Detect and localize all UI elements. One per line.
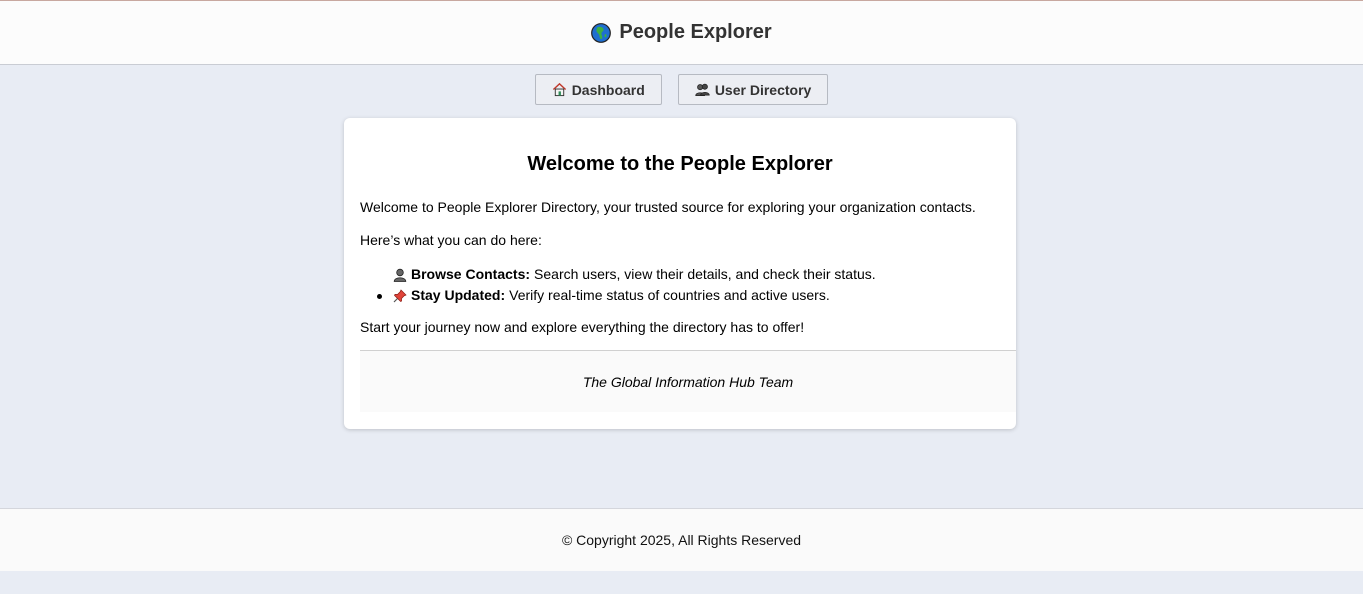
lead-text: Here’s what you can do here: <box>360 232 542 248</box>
dashboard-label: Dashboard <box>571 81 645 98</box>
copyright-text: © Copyright 2025, All Rights Reserved <box>561 532 802 548</box>
list-item: Stay Updated: Verify real-time status of… <box>360 285 876 306</box>
brand: People Explorer <box>591 21 772 44</box>
feature-title: Browse Contacts: <box>411 266 531 282</box>
page-footer: © Copyright 2025, All Rights Reserved <box>0 508 1363 571</box>
feature-text: Verify real-time status of countries and… <box>509 287 830 303</box>
welcome-card: Welcome to the People Explorer Welcome t… <box>344 118 1016 429</box>
intro-text: Welcome to People Explorer Directory, yo… <box>360 199 976 215</box>
globe-icon <box>591 22 612 43</box>
house-icon <box>552 82 566 97</box>
signoff: The Global Information Hub Team <box>360 350 1016 412</box>
app-header: People Explorer <box>0 1 1363 65</box>
user-silhouette-icon <box>393 268 407 282</box>
welcome-heading: Welcome to the People Explorer <box>527 153 833 175</box>
user-directory-label: User Directory <box>714 81 812 98</box>
users-icon <box>695 83 710 96</box>
user-directory-button[interactable]: User Directory <box>677 74 829 105</box>
feature-title: Stay Updated: <box>411 287 506 303</box>
feature-list: Browse Contacts: Search users, view thei… <box>360 264 876 306</box>
pushpin-icon <box>393 288 407 302</box>
closing-text: Start your journey now and explore every… <box>360 319 805 335</box>
dashboard-button[interactable]: Dashboard <box>534 74 662 105</box>
feature-text: Search users, view their details, and ch… <box>534 266 876 282</box>
app-title: People Explorer <box>619 21 772 43</box>
main-nav: Dashboard User Directory <box>0 74 1363 105</box>
list-item: Browse Contacts: Search users, view thei… <box>360 264 876 285</box>
